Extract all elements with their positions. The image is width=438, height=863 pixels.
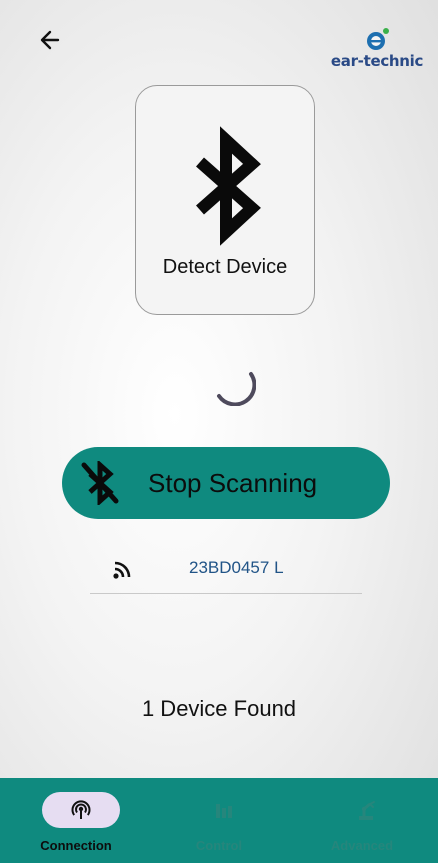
- broadcast-icon: [71, 800, 91, 819]
- bluetooth-off-icon: [81, 461, 119, 505]
- detect-device-label: Detect Device: [162, 256, 288, 278]
- nav-item-connection[interactable]: Connection: [3, 778, 149, 863]
- nav-item-advanced[interactable]: Advanced: [289, 778, 435, 863]
- devices-found-text: 1 Device Found: [141, 696, 297, 721]
- loading-spinner: [217, 372, 256, 406]
- robot-arm-icon: [359, 801, 375, 820]
- device-list-item[interactable]: 23BD0457 L: [90, 548, 362, 594]
- list-divider: [90, 593, 362, 594]
- detect-device-card[interactable]: Detect Device: [135, 85, 315, 315]
- bottom-navigation: Connection Control Advanced: [0, 778, 438, 863]
- brand-logo: ear-technic: [322, 26, 432, 76]
- nav-label-connection: Connection: [40, 838, 112, 853]
- logo-mark-icon: [367, 28, 389, 50]
- nav-label-control: Control: [195, 838, 243, 853]
- arrow-left-icon: [40, 30, 60, 50]
- nav-item-control[interactable]: Control: [146, 778, 292, 863]
- bluetooth-icon: [196, 126, 261, 246]
- stop-scanning-button[interactable]: Stop Scanning: [62, 447, 390, 519]
- back-button[interactable]: [36, 26, 68, 54]
- signal-icon: [113, 561, 131, 579]
- device-name: 23BD0457 L: [189, 558, 284, 577]
- stop-scanning-label: Stop Scanning: [148, 468, 318, 498]
- equalizer-icon: [216, 804, 232, 818]
- logo-text: ear-technic: [330, 52, 424, 70]
- nav-label-advanced: Advanced: [330, 838, 394, 853]
